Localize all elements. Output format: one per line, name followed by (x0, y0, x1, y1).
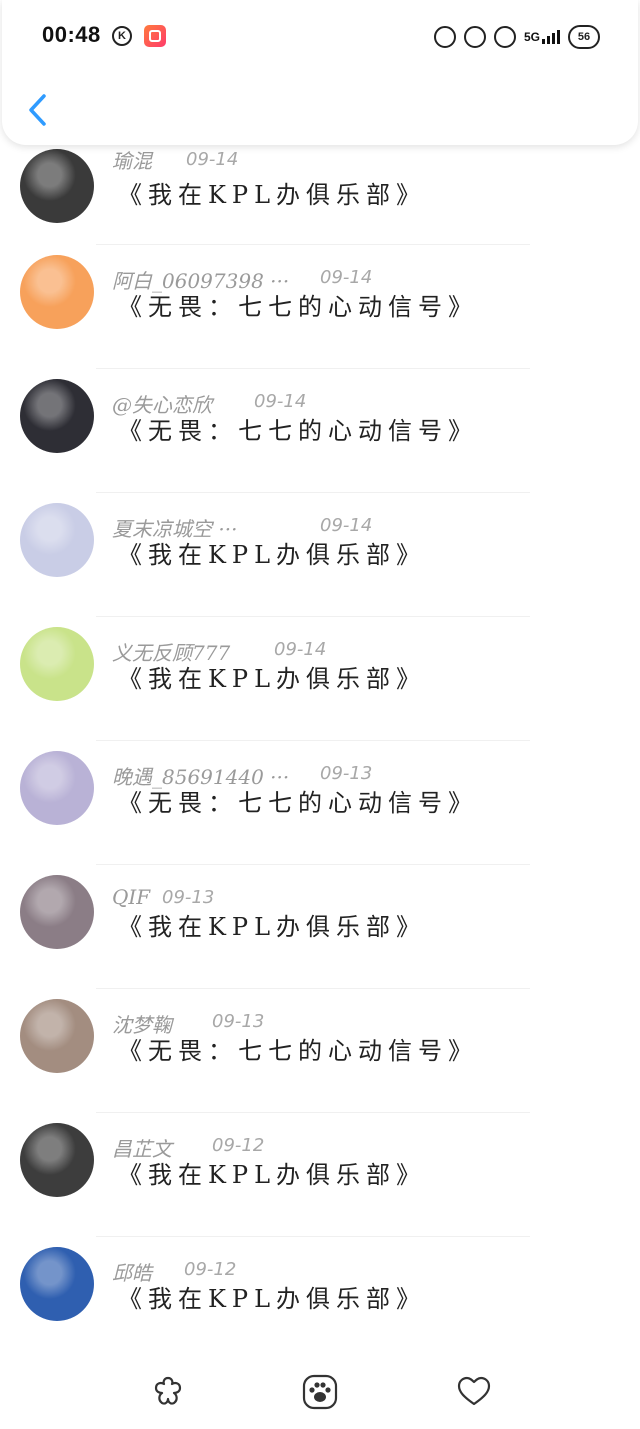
user-name: QIF (112, 885, 151, 909)
item-date: 09-12 (184, 1259, 237, 1280)
book-title[interactable]: 《无畏：七七的心动信号》 (118, 287, 478, 322)
bottom-tab-bar (0, 1360, 640, 1429)
item-date: 09-13 (162, 887, 215, 908)
book-title[interactable]: 《无畏：七七的心动信号》 (118, 783, 478, 818)
avatar[interactable] (20, 1247, 94, 1321)
list-item[interactable]: @失心恋欣 09-14 《无畏：七七的心动信号》 (0, 369, 640, 493)
network-indicator: 5G (524, 30, 560, 44)
item-date: 09-13 (320, 763, 373, 784)
notification-app-icon (144, 25, 166, 47)
list-item[interactable]: 义无反顾777 09-14 《我在KPL办俱乐部》 (0, 617, 640, 741)
book-title[interactable]: 《我在KPL办俱乐部》 (118, 175, 426, 210)
back-button[interactable] (24, 92, 54, 128)
reader-list: 瑜混 09-14 《我在KPL办俱乐部》 阿白_06097398 ··· 09-14 《无… (0, 145, 640, 1355)
avatar[interactable] (20, 255, 94, 329)
avatar[interactable] (20, 751, 94, 825)
item-date: 09-14 (254, 391, 307, 412)
avatar[interactable] (20, 503, 94, 577)
list-item[interactable]: 邱皓 09-12 《我在KPL办俱乐部》 (0, 1237, 640, 1355)
list-item[interactable]: 沈梦鞠 09-13 《无畏：七七的心动信号》 (0, 989, 640, 1113)
status-face-icon (433, 26, 456, 48)
list-item[interactable]: 阿白_06097398 ··· 09-14 《无畏：七七的心动信号》 (0, 245, 640, 369)
tab-flower[interactable] (148, 1372, 188, 1412)
book-title[interactable]: 《我在KPL办俱乐部》 (118, 907, 426, 942)
list-item[interactable]: 昌芷文 09-12 《我在KPL办俱乐部》 (0, 1113, 640, 1237)
avatar[interactable] (20, 999, 94, 1073)
top-header: 00:48 K 5G 56 (2, 0, 638, 145)
book-title[interactable]: 《我在KPL办俱乐部》 (118, 659, 426, 694)
list-item[interactable]: 夏末凉城空 ··· 09-14 《我在KPL办俱乐部》 (0, 493, 640, 617)
heart-icon (457, 1376, 491, 1406)
status-time: 00:48 (42, 22, 101, 47)
tab-paw[interactable] (300, 1372, 340, 1412)
avatar[interactable] (20, 1123, 94, 1197)
status-bunny-icon (493, 26, 516, 48)
item-date: 09-14 (320, 515, 373, 536)
avatar[interactable] (20, 149, 94, 223)
list-item[interactable]: 晚遇_85691440 ··· 09-13 《无畏：七七的心动信号》 (0, 741, 640, 865)
network-label: 5G (523, 30, 540, 44)
status-bar: 00:48 K 5G 56 (2, 0, 638, 74)
item-date: 09-14 (274, 639, 327, 660)
avatar[interactable] (20, 379, 94, 453)
status-indicators: 5G 56 (433, 24, 600, 50)
tab-heart[interactable] (454, 1372, 494, 1412)
book-title[interactable]: 《我在KPL办俱乐部》 (118, 535, 426, 570)
book-title[interactable]: 《无畏：七七的心动信号》 (118, 411, 478, 446)
status-bear-icon (463, 26, 486, 48)
item-date: 09-12 (212, 1135, 265, 1156)
list-item[interactable]: 瑜混 09-14 《我在KPL办俱乐部》 (0, 145, 640, 245)
book-title[interactable]: 《无畏：七七的心动信号》 (118, 1031, 478, 1066)
battery-indicator: 56 (568, 25, 600, 49)
list-item[interactable]: QIF 09-13 《我在KPL办俱乐部》 (0, 865, 640, 989)
item-date: 09-14 (186, 149, 239, 170)
book-title[interactable]: 《我在KPL办俱乐部》 (118, 1155, 426, 1190)
chevron-left-icon (29, 94, 46, 126)
user-name: 瑜混 (112, 149, 152, 173)
book-title[interactable]: 《我在KPL办俱乐部》 (118, 1279, 426, 1314)
avatar[interactable] (20, 627, 94, 701)
paw-icon (302, 1374, 338, 1410)
item-date: 09-14 (320, 267, 373, 288)
item-date: 09-13 (212, 1011, 265, 1032)
flower-icon (154, 1376, 182, 1405)
signal-icon (542, 30, 560, 44)
k-app-icon: K (112, 26, 132, 46)
avatar[interactable] (20, 875, 94, 949)
